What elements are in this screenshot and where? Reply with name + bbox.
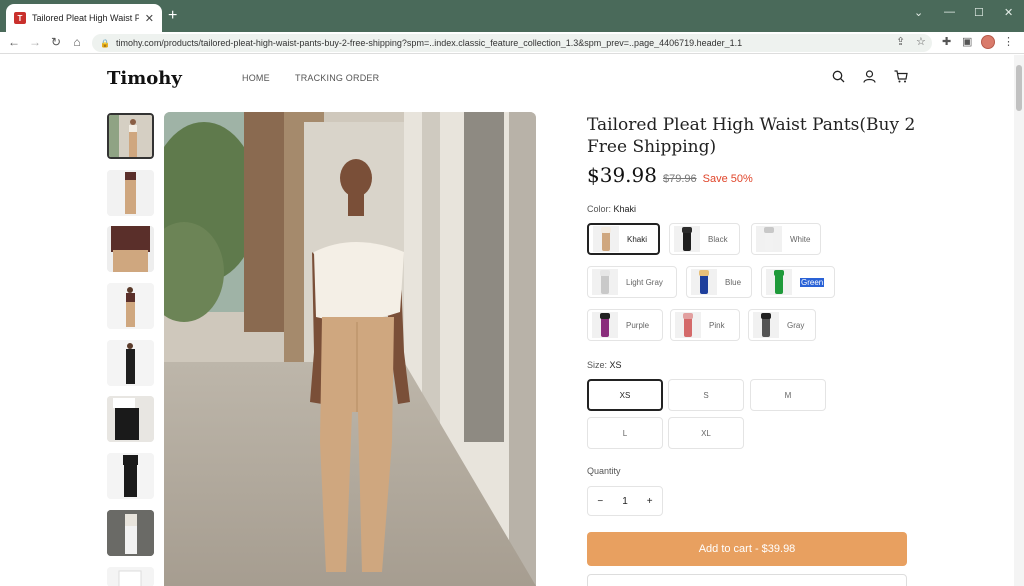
color-option-blue[interactable]: Blue bbox=[686, 266, 752, 298]
color-swatch-image bbox=[592, 312, 618, 338]
quantity-stepper[interactable]: − 1 + bbox=[587, 486, 663, 516]
color-swatch-image bbox=[753, 312, 779, 338]
site-favicon-icon: T bbox=[14, 12, 26, 24]
discount-badge: Save 50% bbox=[702, 173, 753, 185]
nav-tracking-order[interactable]: TRACKING ORDER bbox=[295, 73, 379, 83]
size-option-s[interactable]: S bbox=[668, 379, 744, 411]
tab-close-icon[interactable]: ✕ bbox=[145, 12, 154, 25]
forward-icon[interactable]: → bbox=[27, 35, 43, 49]
current-price: $39.98 bbox=[587, 163, 657, 187]
color-option-light-gray[interactable]: Light Gray bbox=[587, 266, 677, 298]
quantity-value[interactable]: 1 bbox=[617, 496, 633, 507]
color-option-black[interactable]: Black bbox=[669, 223, 740, 255]
thumbnail-4[interactable] bbox=[107, 283, 154, 329]
cart-icon[interactable] bbox=[894, 70, 908, 86]
add-to-cart-button[interactable]: Add to cart - $39.98 bbox=[587, 532, 907, 566]
window-close-icon[interactable]: ✕ bbox=[1004, 6, 1013, 19]
profile-avatar[interactable] bbox=[981, 35, 995, 49]
color-option-label: Purple bbox=[626, 320, 650, 330]
color-option-label: Khaki bbox=[627, 234, 648, 244]
color-swatch-image bbox=[593, 226, 619, 252]
url-field[interactable]: 🔒 timohy.com/products/tailored-pleat-hig… bbox=[92, 34, 932, 52]
extensions-icon[interactable]: ✚ bbox=[942, 35, 951, 48]
thumbnail-2[interactable] bbox=[107, 170, 154, 216]
new-tab-icon[interactable]: + bbox=[168, 7, 177, 25]
color-label: Color: Khaki bbox=[587, 204, 637, 214]
browser-tab[interactable]: T Tailored Pleat High Waist Pants(B ✕ bbox=[6, 4, 162, 32]
color-option-khaki[interactable]: Khaki bbox=[587, 223, 660, 255]
size-option-xl[interactable]: XL bbox=[668, 417, 744, 449]
color-option-label: Pink bbox=[709, 320, 725, 330]
site-logo[interactable]: Timohy bbox=[107, 68, 182, 89]
product-title: Tailored Pleat High Waist Pants(Buy 2 Fr… bbox=[587, 115, 916, 157]
tab-title: Tailored Pleat High Waist Pants(B bbox=[32, 13, 139, 23]
color-option-label: Blue bbox=[725, 277, 742, 287]
color-option-pink[interactable]: Pink bbox=[670, 309, 740, 341]
decrease-quantity-button[interactable]: − bbox=[592, 496, 608, 507]
original-price: $79.96 bbox=[662, 173, 697, 185]
bookmark-star-icon[interactable]: ☆ bbox=[916, 35, 926, 48]
tab-search-icon[interactable]: ⌄ bbox=[914, 6, 923, 19]
size-option-l[interactable]: L bbox=[587, 417, 663, 449]
color-option-label: Light Gray bbox=[626, 277, 663, 287]
lock-icon: 🔒 bbox=[100, 38, 110, 48]
color-option-green[interactable]: Green bbox=[761, 266, 835, 298]
color-option-gray[interactable]: Gray bbox=[748, 309, 816, 341]
increase-quantity-button[interactable]: + bbox=[642, 496, 658, 507]
color-option-white[interactable]: White bbox=[751, 223, 821, 255]
home-icon[interactable]: ⌂ bbox=[69, 35, 85, 49]
main-product-image[interactable] bbox=[164, 112, 536, 586]
buy-now-button[interactable] bbox=[587, 574, 907, 586]
color-swatch-image bbox=[756, 226, 782, 252]
color-option-label: Black bbox=[708, 234, 728, 244]
thumbnail-5[interactable] bbox=[107, 340, 154, 386]
search-icon[interactable] bbox=[832, 70, 845, 86]
thumbnail-1[interactable] bbox=[107, 113, 154, 159]
thumbnail-6[interactable] bbox=[107, 396, 154, 442]
color-swatch-image bbox=[674, 226, 700, 252]
thumbnail-8[interactable] bbox=[107, 510, 154, 556]
account-icon[interactable] bbox=[863, 70, 876, 86]
color-option-purple[interactable]: Purple bbox=[587, 309, 663, 341]
thumbnail-7[interactable] bbox=[107, 453, 154, 499]
nav-home[interactable]: HOME bbox=[242, 73, 270, 83]
price-row: $39.98 $79.96 Save 50% bbox=[587, 163, 753, 187]
address-bar: ← → ↻ ⌂ 🔒 timohy.com/products/tailored-p… bbox=[0, 32, 1024, 54]
url-text: timohy.com/products/tailored-pleat-high-… bbox=[115, 38, 743, 48]
color-swatch-image bbox=[691, 269, 717, 295]
reload-icon[interactable]: ↻ bbox=[48, 35, 64, 49]
page-scrollbar[interactable] bbox=[1014, 55, 1024, 586]
color-option-label: Gray bbox=[787, 320, 805, 330]
size-option-xs[interactable]: XS bbox=[587, 379, 663, 411]
size-option-m[interactable]: M bbox=[750, 379, 826, 411]
thumbnail-3[interactable] bbox=[107, 226, 154, 272]
maximize-icon[interactable]: ☐ bbox=[974, 6, 984, 19]
color-option-label: Green bbox=[800, 277, 825, 287]
browser-tab-bar: T Tailored Pleat High Waist Pants(B ✕ + … bbox=[0, 0, 1024, 32]
selected-size: XS bbox=[609, 360, 622, 370]
color-swatch-image bbox=[675, 312, 701, 338]
menu-icon[interactable]: ⋮ bbox=[1003, 35, 1014, 48]
color-swatch-image bbox=[766, 269, 792, 295]
size-label: Size: XS bbox=[587, 360, 622, 370]
side-panel-icon[interactable]: ▣ bbox=[962, 35, 972, 48]
share-icon[interactable]: ⇪ bbox=[896, 35, 905, 48]
selected-color: Khaki bbox=[613, 204, 637, 214]
color-swatch-image bbox=[592, 269, 618, 295]
color-option-label: White bbox=[790, 234, 811, 244]
back-icon[interactable]: ← bbox=[6, 35, 22, 49]
thumbnail-9[interactable] bbox=[107, 567, 154, 586]
quantity-label: Quantity bbox=[587, 466, 621, 476]
minimize-icon[interactable]: — bbox=[944, 6, 955, 18]
